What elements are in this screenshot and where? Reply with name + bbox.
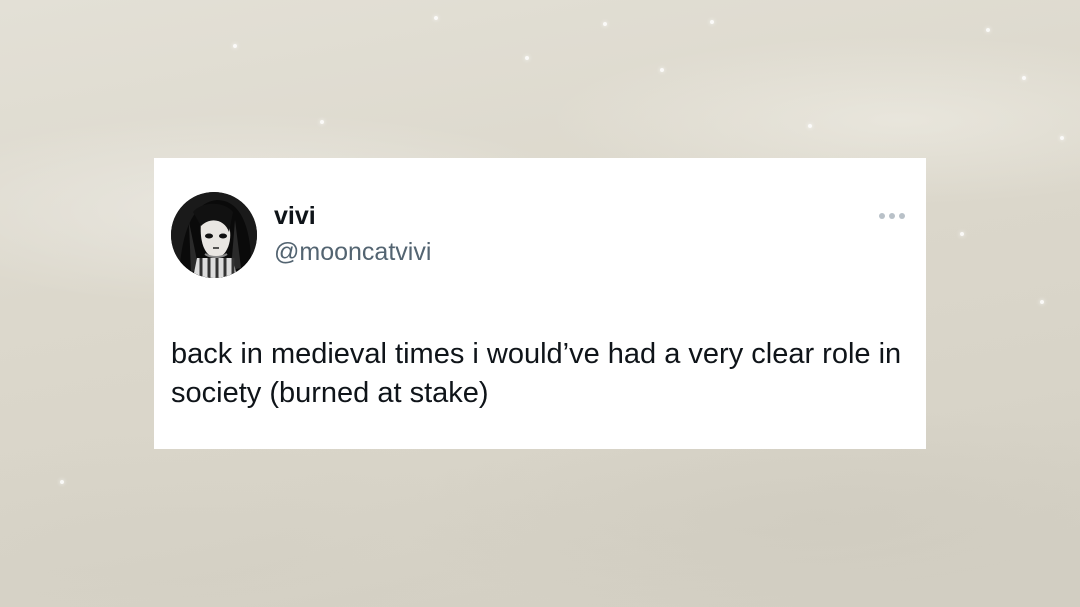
sparkle: [603, 22, 607, 26]
more-horizontal-icon[interactable]: [874, 208, 910, 224]
tweet-card: vivi @mooncatvivi back in medieval times…: [154, 158, 926, 449]
sparkle: [960, 232, 964, 236]
tweet-text: back in medieval times i would’ve had a …: [171, 338, 902, 409]
sparkle: [1022, 76, 1026, 80]
sparkle: [808, 124, 812, 128]
display-name[interactable]: vivi: [274, 204, 316, 229]
user-handle[interactable]: @mooncatvivi: [274, 240, 431, 265]
dot: [879, 213, 885, 219]
dot: [899, 213, 905, 219]
sparkle: [60, 480, 64, 484]
sparkle: [233, 44, 237, 48]
sparkle: [434, 16, 438, 20]
sparkle: [710, 20, 714, 24]
avatar-illustration: [171, 192, 257, 278]
dot: [889, 213, 895, 219]
profile-avatar[interactable]: [171, 192, 257, 278]
sparkle: [660, 68, 664, 72]
sparkle: [986, 28, 990, 32]
sparkle: [1060, 136, 1064, 140]
sparkle: [320, 120, 324, 124]
sparkle: [1040, 300, 1044, 304]
sparkle: [525, 56, 529, 60]
